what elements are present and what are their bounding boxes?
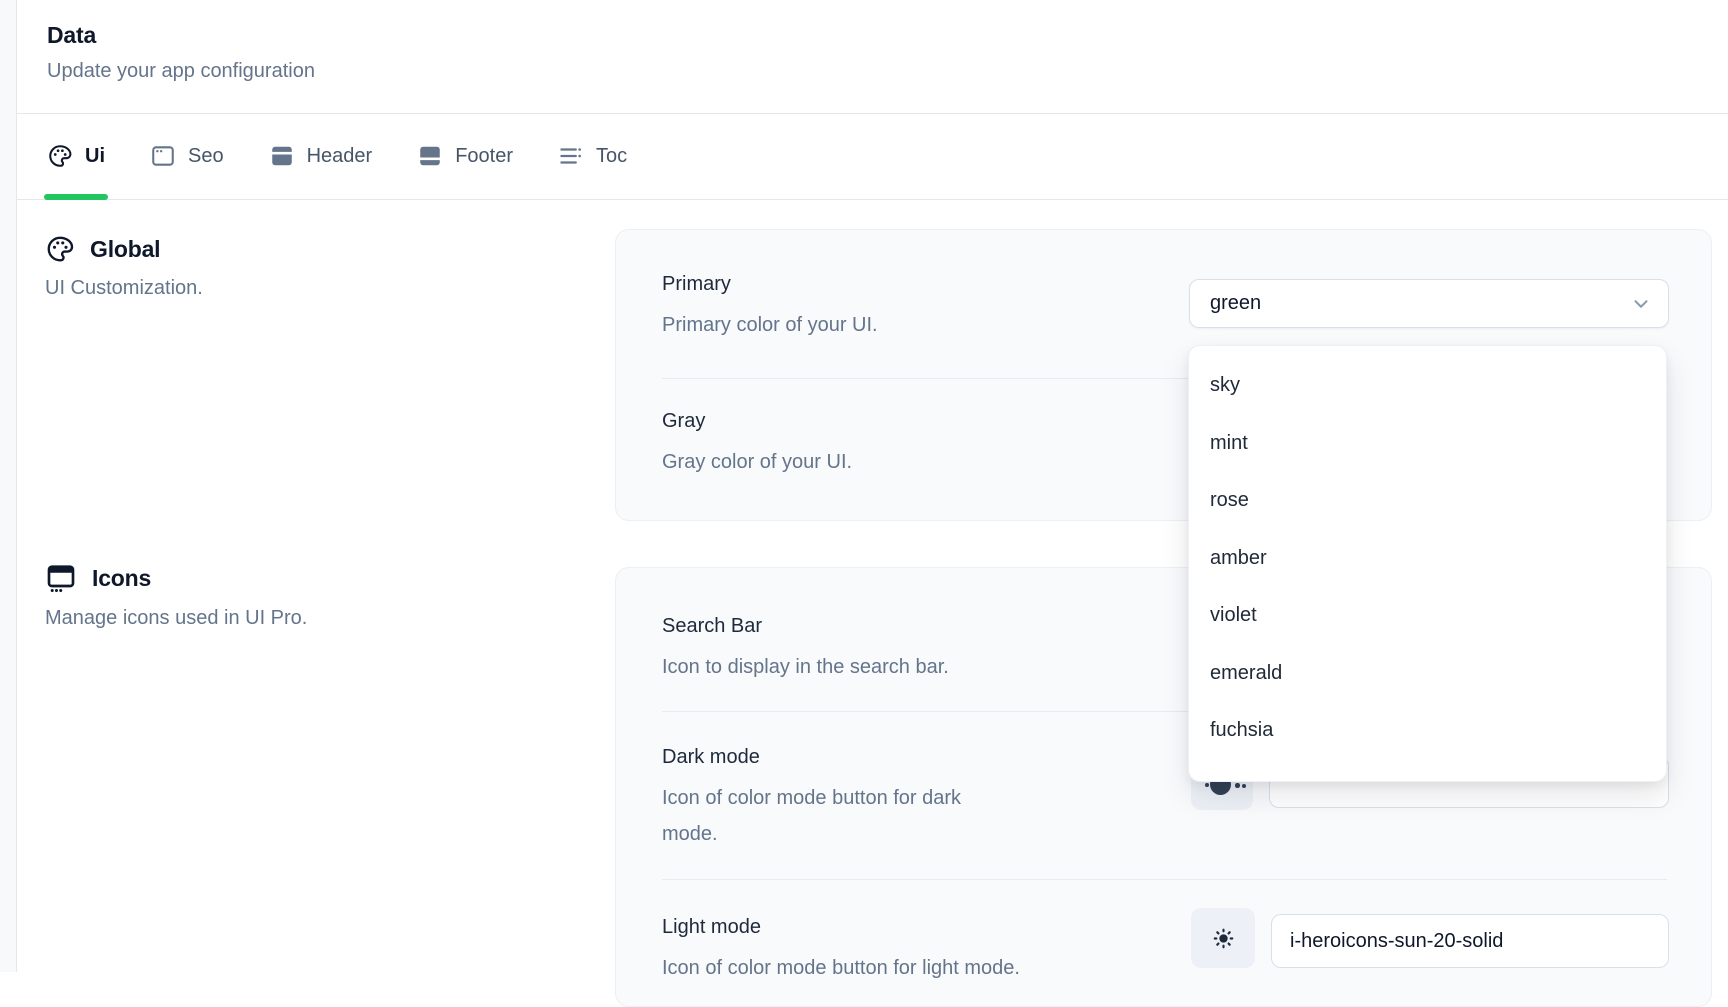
field-desc-dark-mode: Icon of color mode button for dark mode. [662,780,1022,852]
dropdown-option-violet[interactable]: violet [1189,587,1666,645]
tab-label: Ui [85,145,105,168]
dropdown-option-amber[interactable]: amber [1189,530,1666,588]
tab-label: Header [307,145,373,168]
active-tab-underline [44,194,108,200]
tab-label: Seo [188,145,224,168]
tab-label: Footer [455,145,513,168]
dropdown-option-sky[interactable]: sky [1189,357,1666,415]
field-desc-search-bar: Icon to display in the search bar. [662,649,1022,685]
page-header: Data Update your app configuration [47,22,315,83]
palette-icon [47,143,73,169]
tab-footer[interactable]: Footer [417,113,513,199]
sun-icon [1210,925,1237,952]
window-icon [150,143,176,169]
panel-bottom-icon [417,143,443,169]
window-dots-icon [45,562,77,594]
field-label-search-bar: Search Bar [662,615,762,638]
tab-ui[interactable]: Ui [47,113,105,199]
panel-top-icon [269,143,295,169]
primary-color-select[interactable]: green [1189,279,1669,328]
dropdown-option-mint[interactable]: mint [1189,415,1666,473]
primary-color-dropdown: sky mint rose amber violet emerald fuchs… [1188,345,1667,782]
field-label-light-mode: Light mode [662,916,761,939]
tab-label: Toc [596,145,627,168]
list-icon [558,143,584,169]
field-desc-gray: Gray color of your UI. [662,444,1022,480]
palette-icon [45,234,75,264]
left-gutter [0,0,17,972]
tab-seo[interactable]: Seo [150,113,224,199]
page-subtitle: Update your app configuration [47,60,315,83]
tab-toc[interactable]: Toc [558,113,627,199]
row-divider [662,879,1667,880]
field-label-primary: Primary [662,273,731,296]
dropdown-option-fuchsia[interactable]: fuchsia [1189,702,1666,760]
dropdown-option-rose[interactable]: rose [1189,472,1666,530]
section-description: Manage icons used in UI Pro. [45,607,585,630]
tab-header[interactable]: Header [269,113,373,199]
chevron-down-icon [1630,293,1652,315]
section-title: Icons [92,565,151,592]
section-description: UI Customization. [45,277,585,300]
section-global: Global UI Customization. [45,234,585,300]
tabs-bar: Ui Seo Header Footer Toc [17,113,1728,200]
page-title: Data [47,22,315,49]
field-label-gray: Gray [662,410,705,433]
field-label-dark-mode: Dark mode [662,746,760,769]
light-mode-icon-preview [1191,908,1255,968]
dropdown-option-emerald[interactable]: emerald [1189,645,1666,703]
field-desc-light-mode: Icon of color mode button for light mode… [662,950,1022,986]
field-desc-primary: Primary color of your UI. [662,307,1022,343]
section-icons: Icons Manage icons used in UI Pro. [45,562,585,630]
light-mode-icon-input[interactable] [1271,914,1669,968]
section-title: Global [90,236,160,263]
primary-color-value: green [1210,292,1630,315]
